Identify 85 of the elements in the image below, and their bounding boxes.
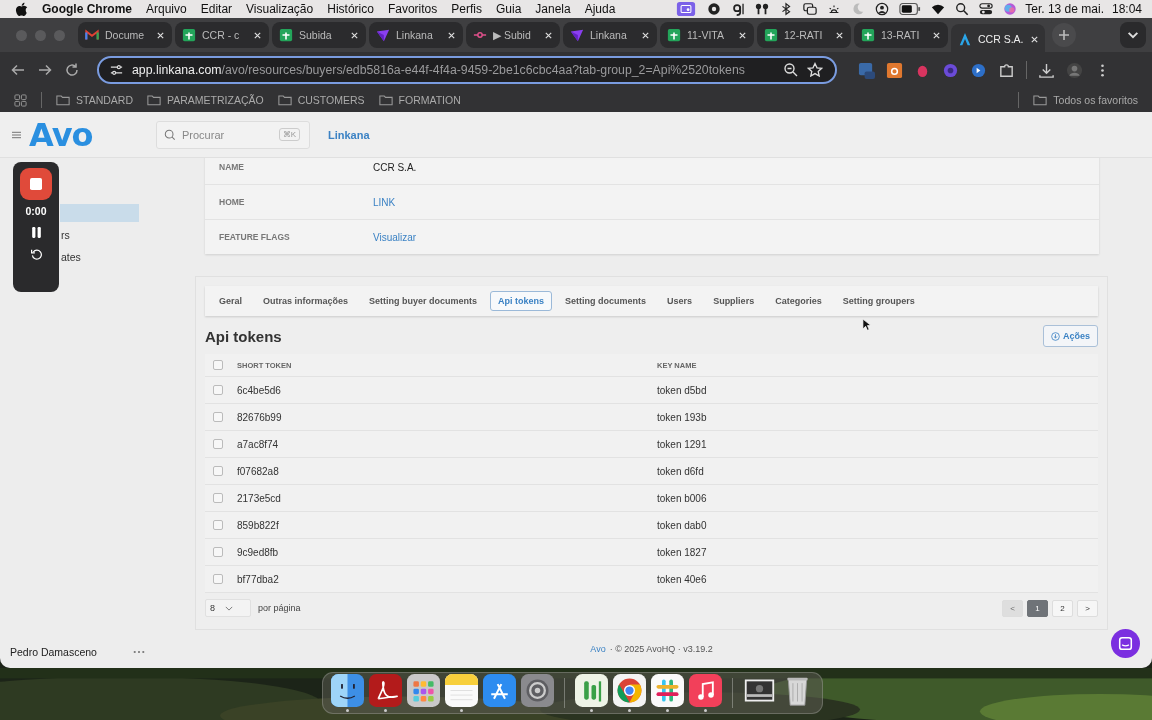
menu-item[interactable]: Ajuda — [584, 2, 616, 16]
bookmark-folder[interactable]: STANDARD — [56, 94, 133, 106]
tab-title: Docume — [105, 29, 145, 41]
table-cell: token 1291 — [657, 438, 707, 450]
table-cell: token 193b — [657, 411, 707, 423]
table-cell-text: 2173e5cd — [237, 492, 282, 504]
section-title: Api tokens — [205, 327, 282, 345]
table-cell-text: 9c9ed8fb — [237, 546, 280, 558]
menu-item[interactable]: Editar — [200, 2, 233, 16]
recording-time: 0:00 — [25, 205, 47, 217]
menu-item[interactable]: Janela — [535, 2, 571, 16]
per-page-select[interactable]: 8 — [205, 599, 251, 617]
tab-title: CCR - c — [202, 29, 240, 41]
tab-title: ▶ Subid — [493, 29, 531, 41]
menu-item[interactable]: Guia — [495, 2, 522, 16]
tab-title: Subida — [299, 29, 332, 41]
tab-title: Linkana — [396, 29, 433, 41]
table-cell-text: a7ac8f74 — [237, 438, 280, 450]
user-name[interactable]: Pedro Damasceno — [10, 646, 133, 658]
table-cell-text: bf77dba2 — [237, 573, 280, 585]
field-value: CCR S.A. — [373, 161, 417, 173]
menu-title[interactable]: Google Chrome — [42, 2, 132, 16]
browser-tab[interactable]: ▶ Subid — [466, 22, 560, 48]
field-link[interactable]: Visualizar — [373, 231, 417, 243]
table-cell: token 40e6 — [657, 573, 707, 585]
tab[interactable]: Api tokens — [490, 291, 553, 311]
field-link[interactable]: LINK — [373, 196, 396, 208]
table-cell-text: 6c4be5d6 — [237, 384, 282, 396]
table-cell: token d5bd — [657, 384, 707, 396]
tab-title: 12-RATI — [784, 29, 823, 41]
tab[interactable]: Setting groupers — [834, 291, 923, 311]
tab[interactable]: Setting buyer documents — [361, 291, 486, 311]
sidebar-item[interactable]: rs — [60, 226, 139, 244]
tab[interactable]: Users — [659, 291, 701, 311]
browser-tab[interactable]: CCR - c — [175, 22, 269, 48]
date-text[interactable]: Ter. 13 de mai. — [1025, 2, 1104, 16]
tab-title: CCR S.A. — [978, 33, 1024, 45]
clock-text[interactable]: 18:04 — [1111, 2, 1142, 16]
tab-title: 13-RATI — [881, 29, 920, 41]
menu-item[interactable]: Arquivo — [146, 2, 187, 16]
browser-tab[interactable]: CCR S.A. — [951, 24, 1045, 54]
browser-tab[interactable]: Linkana — [563, 22, 657, 48]
url-text: app.linkana.com/avo/resources/buyers/edb5816a-e44f-4f4a-9459-2be1c6cbc4aa?tab-group_2=Api%2520tokens — [132, 63, 745, 77]
field-label: NAME — [219, 162, 246, 172]
sidebar-item[interactable]: ates — [60, 248, 139, 266]
browser-tab[interactable]: Docume — [78, 22, 172, 48]
table-cell: token d6fd — [657, 465, 704, 477]
table-cell: token dab0 — [657, 519, 707, 531]
page-button[interactable]: 2 — [1052, 599, 1073, 617]
field-label: HOME — [219, 197, 246, 207]
menu-item[interactable]: Histórico — [327, 2, 374, 16]
table-cell: token 1827 — [657, 546, 707, 558]
tab[interactable]: Geral — [211, 291, 250, 311]
menu-item[interactable]: Favoritos — [387, 2, 438, 16]
tab[interactable]: Suppliers — [705, 291, 763, 311]
bookmark-folder[interactable]: Todos os favoritos — [1033, 94, 1138, 106]
per-page-label: por página — [258, 603, 301, 613]
browser-tab[interactable]: 13-RATI — [854, 22, 948, 48]
shortcut-hint: ⌘K — [278, 127, 300, 141]
table-cell-text: f07682a8 — [237, 465, 280, 477]
field-label: FEATURE FLAGS — [219, 232, 291, 242]
tab-title: Linkana — [590, 29, 627, 41]
tab-title: 11-VITA — [687, 29, 724, 41]
tab[interactable]: Outras informações — [255, 291, 357, 311]
menu-item[interactable]: Visualização — [246, 2, 314, 16]
tab[interactable]: Categories — [767, 291, 830, 311]
page-button[interactable]: 1 — [1027, 599, 1048, 617]
browser-tab[interactable]: Subida — [272, 22, 366, 48]
browser-tab[interactable]: 12-RATI — [757, 22, 851, 48]
table-cell-text: 82676b99 — [237, 411, 283, 423]
tab[interactable]: Setting documents — [557, 291, 655, 311]
actions-button[interactable]: Ações — [1043, 325, 1098, 347]
bookmark-folder[interactable]: CUSTOMERS — [277, 94, 365, 106]
address-bar[interactable]: app.linkana.com/avo/resources/buyers/edb5816a-e44f-4f4a-9459-2be1c6cbc4aa?tab-group_2=Api%2520tokens — [97, 56, 837, 84]
menu-item[interactable]: Perfis — [451, 2, 482, 16]
header-link[interactable]: Linkana — [328, 128, 370, 141]
browser-tab[interactable]: 11-VITA — [660, 22, 754, 48]
browser-tab[interactable]: Linkana — [369, 22, 463, 48]
table-cell: token b006 — [657, 492, 707, 504]
footer-link[interactable]: Avo — [590, 644, 606, 654]
bookmark-folder[interactable]: FORMATION — [378, 94, 461, 106]
bookmark-folder[interactable]: PARAMETRIZAÇÃO — [147, 94, 264, 106]
next-page-button[interactable]: > — [1077, 599, 1098, 617]
footer-text: · © 2025 AvoHQ · v3.19.2 — [609, 644, 713, 654]
table-cell-text: 859b822f — [237, 519, 280, 531]
